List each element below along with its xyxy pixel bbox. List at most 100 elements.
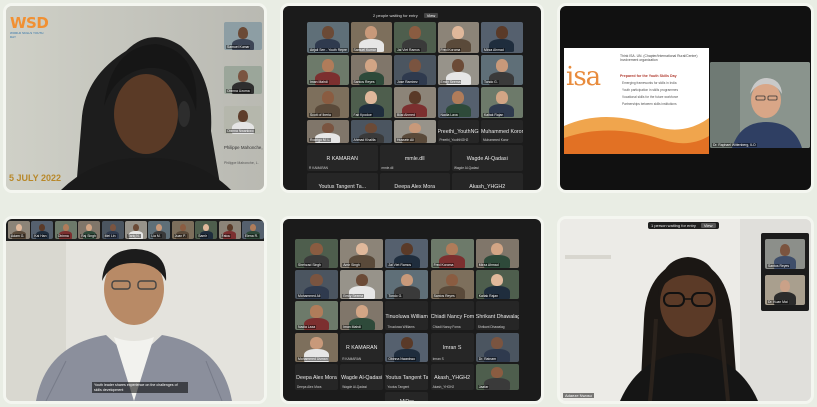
participant-tile[interactable]: Nadia Laxa	[437, 87, 479, 118]
participant-tile[interactable]: Fait Kpodoe	[350, 87, 392, 118]
participant-tile[interactable]: Obinna	[54, 221, 77, 239]
participant-face	[408, 58, 421, 72]
participant-tile[interactable]: Hussein Ali	[394, 119, 436, 144]
participant-tile[interactable]: Jaafar	[475, 363, 519, 390]
participant-name-tile[interactable]: Youtus Tangent Ta...Youtus Tangent	[385, 363, 429, 390]
participant-tile[interactable]: Anjali Sen - Youth Repre	[307, 22, 349, 53]
participant-name-tile[interactable]: Preethi_YouthNGH2 Preethi_YouthNGH2	[437, 119, 479, 144]
participant-name-tile[interactable]: Akash_YHGH2Akash_YHGH2	[430, 363, 474, 390]
participant-face	[491, 336, 504, 349]
participant-tile[interactable]: Shehzad Singh	[295, 239, 338, 268]
participant-name-tile[interactable]: MiDroMiDro	[385, 392, 429, 404]
participant-tile[interactable]: Iman Mahdi	[307, 54, 349, 85]
participant-tile[interactable]: Juan P.	[171, 221, 194, 239]
participant-face	[310, 336, 323, 349]
participant-tile[interactable]: Mei Lin	[101, 221, 124, 239]
participant-tile[interactable]: Mirza Ahmad	[481, 22, 523, 53]
participant-tile[interactable]: Obinna Nwankwo	[224, 106, 262, 134]
participant-tile[interactable]: Emily Seema	[340, 270, 384, 300]
participant-tile[interactable]: Mohammed Ali	[295, 270, 338, 300]
participant-tile[interactable]: Ahmad Khalifa	[350, 119, 392, 144]
participant-label: Shrikant Dhawalag	[477, 325, 505, 330]
participant-tile[interactable]: Amir Singh	[340, 239, 384, 268]
participant-tile[interactable]: Raj Singh	[78, 221, 101, 239]
participant-face	[446, 243, 459, 256]
participant-name-tile[interactable]: Chiadi Nancy Foma... Chiadi Nancy Foma	[430, 301, 474, 331]
participant-tile[interactable]: Nadia Laxa	[295, 301, 338, 331]
participant-name-tile[interactable]: Shrikant Dhawalag... Shrikant Dhawalag	[475, 301, 519, 331]
participant-name-tile[interactable]: Akash_YHGH2Akash_YHGH2	[452, 173, 523, 190]
participant-face	[491, 367, 504, 379]
participant-face	[400, 243, 413, 256]
participant-tile[interactable]: Samir	[195, 221, 218, 239]
participant-tile[interactable]: Emily Seema	[437, 54, 479, 85]
participant-tile[interactable]: Dr. Kuan Mai	[765, 275, 805, 305]
participant-name-tile[interactable]: Deepa Alex MoraDeepa Alex Mora	[379, 173, 450, 190]
participant-name-tile[interactable]: Muhammed Koror... Muhammed Koror	[481, 119, 523, 144]
participant-name-tile[interactable]: R KAMARAN R KAMARAN	[307, 145, 378, 172]
participant-tile[interactable]: Mirza Ahmad	[475, 239, 519, 268]
participant-label: R KAMARAN	[342, 356, 362, 361]
participant-tile[interactable]: Fred Koroma	[437, 22, 479, 53]
participant-display-name: Muhammed Koror...	[481, 129, 523, 136]
participant-tile[interactable]: Santos Reyes	[430, 270, 474, 300]
participant-tile[interactable]: Santos Reyes	[350, 54, 392, 85]
participant-tile[interactable]: Iman Mahdi	[340, 301, 384, 331]
participant-name-tile[interactable]: Tinuoluwa Williams Tinuoluwa Williams	[385, 301, 429, 331]
participant-name: Anjali Sen - Youth Repre	[309, 47, 348, 52]
participant-tile[interactable]: Rodrigo M. L.	[307, 119, 349, 144]
participant-face	[132, 223, 140, 232]
participant-label: Philippe Mahonche, L.	[224, 161, 259, 165]
participant-name: Mirza Ahmad	[477, 263, 500, 267]
participant-face	[156, 223, 163, 232]
participant-tile[interactable]: Santos Reyes	[765, 239, 805, 269]
participant-face	[62, 223, 69, 232]
participant-tile[interactable]: Samuel Kumar	[350, 22, 392, 53]
participant-name-tile[interactable]: Youtus Tangent Ta...Youtus Tangent	[307, 173, 378, 190]
participant-tile[interactable]: Tondo G.	[481, 54, 523, 85]
participant-face	[400, 274, 413, 287]
participant-tile[interactable]: Bilal Ahmed	[394, 87, 436, 118]
slide-title: isa	[566, 62, 601, 92]
participant-name: Shehzad Singh	[297, 263, 322, 267]
participant-name: Raj Singh	[80, 234, 97, 238]
participant-tile[interactable]: Obinna Uzoma	[224, 66, 262, 94]
view-button[interactable]: View	[423, 12, 439, 18]
participant-tile[interactable]: Lia M.	[148, 221, 171, 239]
participant-name-tile[interactable]: Deepa Alex MoraDeepa Alex Mora	[295, 363, 338, 390]
participant-tile[interactable]: Samuel Kumar	[224, 22, 262, 50]
slide-heading: Think ISA. UN. (Chapter/International Ru…	[620, 54, 698, 63]
participant-tile[interactable]: Elena R.	[242, 221, 264, 239]
participant-tile[interactable]: Jose Ramirez	[394, 54, 436, 85]
participant-tile[interactable]: Obinna Nwankwo	[385, 332, 429, 362]
participant-name-tile[interactable]: mmle.dll mmle.dll	[379, 145, 450, 172]
participant-face	[355, 274, 368, 287]
participant-name: Fred Koroma	[432, 263, 455, 267]
slide-bullet: Youth participation in skills programmes	[622, 88, 679, 92]
waiting-text: 2 people waiting for entry	[373, 12, 418, 18]
participant-tile[interactable]: Fatou	[218, 221, 241, 239]
participant-tile[interactable]: Scott of Iberia	[307, 87, 349, 118]
participant-tile[interactable]: Mohammed Usman	[295, 332, 338, 362]
participant-name: Jai Viet Ramos	[396, 47, 421, 52]
participant-tile[interactable]: Kaltak Rajan	[475, 270, 519, 300]
participant-tile[interactable]: Tariq N.	[125, 221, 147, 239]
participant-name-tile[interactable]: Wagde Al-Qadasi Wagde Al-Qadasi	[340, 363, 384, 390]
slide-bullet: Partnerships between skills institutions	[622, 102, 677, 106]
speaker-video-tile[interactable]: Dr. Raphael Wittenberg, ILO	[710, 62, 810, 148]
participant-face	[452, 26, 465, 40]
participant-tile[interactable]: Kaltak Rajan	[481, 87, 523, 118]
view-button[interactable]: View	[700, 223, 716, 228]
participant-tile[interactable]: Tondo G.	[385, 270, 429, 300]
participant-label: MiDro	[387, 403, 396, 404]
participant-tile[interactable]: Adam G.	[8, 221, 30, 239]
participant-name-tile[interactable]: R KAMARAN R KAMARAN	[340, 332, 384, 362]
participant-tile[interactable]: Jai Viet Ramos	[394, 22, 436, 53]
participant-name: Obinna	[56, 234, 70, 238]
participant-tile[interactable]: Fred Koroma	[430, 239, 474, 268]
participant-tile[interactable]: Dr. Ratnam	[475, 332, 519, 362]
participant-tile[interactable]: Kai Han	[31, 221, 54, 239]
participant-name-tile[interactable]: Imran S Imran S	[430, 332, 474, 362]
participant-name-tile[interactable]: Wagde Al-Qadasi Wagde Al-Qadasi	[452, 145, 523, 172]
participant-tile[interactable]: Jai Viet Ramos	[385, 239, 429, 268]
